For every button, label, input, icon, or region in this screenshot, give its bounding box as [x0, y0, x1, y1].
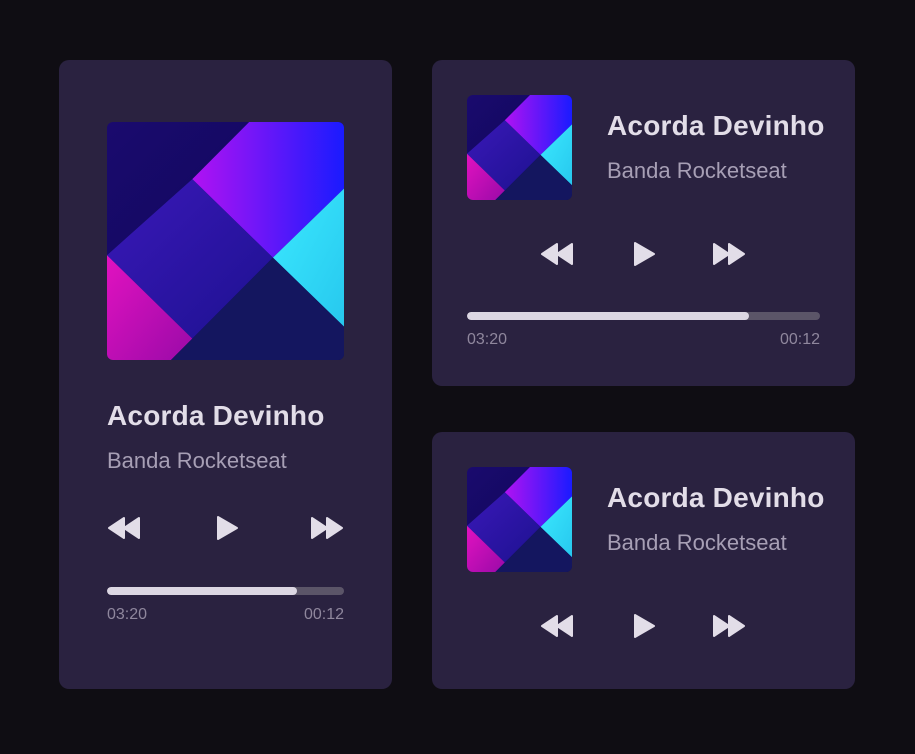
play-icon — [634, 242, 655, 266]
album-cover — [467, 467, 572, 572]
play-button[interactable] — [626, 612, 662, 640]
play-button[interactable] — [209, 514, 245, 542]
progress-bar[interactable] — [467, 312, 820, 320]
song-title: Acorda Devinho — [607, 482, 825, 513]
song-title: Acorda Devinho — [607, 110, 825, 141]
remaining-time: 00:12 — [303, 606, 344, 623]
progress-fill — [107, 587, 297, 595]
rewind-button[interactable] — [540, 612, 576, 640]
play-icon — [217, 516, 238, 540]
progress-bar[interactable] — [107, 587, 344, 595]
progress-fill — [467, 312, 750, 320]
player-card-medium: Acorda Devinho Banda Rocketseat 03:20 00… — [432, 60, 855, 386]
elapsed-time: 03:20 — [107, 606, 148, 623]
remaining-time: 00:12 — [779, 331, 820, 348]
elapsed-time: 03:20 — [467, 331, 508, 348]
player-card-large: Acorda Devinho Banda Rocketseat 03:20 00… — [59, 60, 392, 689]
album-cover-art — [107, 122, 344, 360]
player-card-small: Acorda Devinho Banda Rocketseat — [432, 432, 855, 689]
artist-name: Banda Rocketseat — [607, 530, 787, 555]
play-button[interactable] — [626, 240, 662, 268]
fast-forward-button[interactable] — [710, 612, 746, 640]
fast-forward-button[interactable] — [308, 514, 344, 542]
rewind-button[interactable] — [540, 240, 576, 268]
rewind-button[interactable] — [107, 514, 143, 542]
artist-name: Banda Rocketseat — [107, 448, 287, 473]
play-icon — [634, 614, 655, 638]
fast-forward-button[interactable] — [710, 240, 746, 268]
album-cover-art — [467, 467, 572, 572]
album-cover-art — [467, 95, 572, 200]
rewind-icon — [541, 615, 573, 637]
artist-name: Banda Rocketseat — [607, 158, 787, 183]
fast-forward-icon — [713, 243, 745, 265]
album-cover — [107, 122, 344, 360]
rewind-icon — [541, 243, 573, 265]
album-cover — [467, 95, 572, 200]
fast-forward-icon — [311, 517, 343, 539]
fast-forward-icon — [713, 615, 745, 637]
rewind-icon — [108, 517, 140, 539]
song-title: Acorda Devinho — [107, 400, 325, 431]
